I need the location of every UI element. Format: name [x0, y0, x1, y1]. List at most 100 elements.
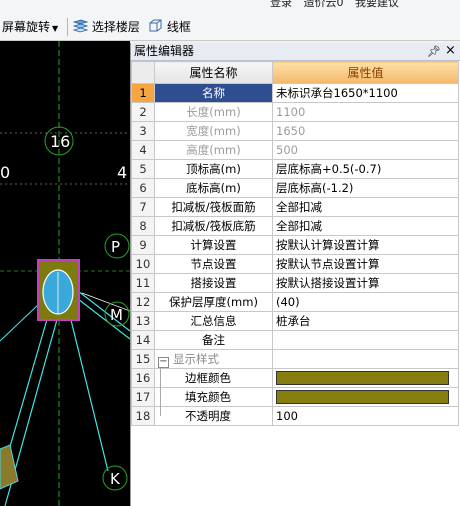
- property-name: 扣减板/筏板底筋: [154, 216, 273, 236]
- row-number: 8: [131, 216, 155, 236]
- property-value-input[interactable]: 100: [272, 406, 459, 426]
- table-row[interactable]: 15 − 显示样式: [131, 349, 459, 369]
- beam-line: [0, 302, 41, 342]
- row-number: 3: [131, 121, 155, 141]
- wireframe-label: 线框: [166, 20, 191, 34]
- property-value-input[interactable]: 全部扣减: [272, 216, 459, 236]
- table-row[interactable]: 12 保护层厚度(mm) (40): [131, 292, 459, 312]
- table-row[interactable]: 7 扣减板/筏板面筋 全部扣减: [131, 197, 459, 217]
- property-name: 扣减板/筏板面筋: [154, 197, 273, 217]
- close-icon[interactable]: ×: [445, 43, 456, 59]
- table-row[interactable]: 9 计算设置 按默认计算设置计算: [131, 235, 459, 255]
- property-value-input[interactable]: 1100: [272, 102, 459, 122]
- select-floor-button[interactable]: 选择楼层: [72, 18, 140, 36]
- row-number: 18: [131, 406, 155, 426]
- table-row[interactable]: 18 不透明度 100: [131, 406, 459, 426]
- login-link[interactable]: 登录: [270, 0, 292, 8]
- grid-corner: [131, 61, 155, 84]
- row-number: 10: [131, 254, 155, 274]
- property-name: 长度(mm): [154, 102, 273, 122]
- property-value-input[interactable]: 500: [272, 140, 459, 160]
- header-property-name[interactable]: 属性名称: [154, 61, 273, 84]
- screen-rotate-dropdown[interactable]: 屏幕旋转 ▼: [2, 18, 58, 36]
- axis-label: 4: [117, 163, 127, 182]
- property-value-input: [272, 349, 459, 369]
- cloud-link[interactable]: 造价云0: [304, 0, 344, 8]
- property-name: 名称: [154, 83, 273, 103]
- property-name: 备注: [154, 330, 273, 350]
- table-row[interactable]: 2 长度(mm) 1100: [131, 102, 459, 122]
- row-number: 5: [131, 159, 155, 179]
- table-row[interactable]: 8 扣减板/筏板底筋 全部扣减: [131, 216, 459, 236]
- top-menu-strip: 登录 造价云0 我要建议: [270, 0, 460, 8]
- select-floor-label: 选择楼层: [91, 20, 140, 34]
- pin-icon[interactable]: 📌︎: [427, 44, 441, 59]
- row-number: 1: [131, 83, 155, 103]
- chevron-down-icon: ▼: [52, 24, 59, 33]
- cad-canvas[interactable]: 16 0 4 P M K: [0, 41, 130, 506]
- property-value-input[interactable]: 按默认搭接设置计算: [272, 273, 459, 293]
- axis-label: M: [110, 306, 123, 324]
- row-number: 13: [131, 311, 155, 331]
- property-name: 计算设置: [154, 235, 273, 255]
- floors-icon: [72, 19, 89, 33]
- row-number: 15: [131, 349, 155, 369]
- table-row[interactable]: 14 备注: [131, 330, 459, 350]
- property-name: 边框颜色: [154, 368, 273, 388]
- table-row[interactable]: 3 宽度(mm) 1650: [131, 121, 459, 141]
- row-number: 12: [131, 292, 155, 312]
- row-number: 17: [131, 387, 155, 407]
- foundation-shape: [0, 444, 19, 490]
- property-value-input[interactable]: 层底标高+0.5(-0.7): [272, 159, 459, 179]
- table-row[interactable]: 6 底标高(m) 层底标高(-1.2): [131, 178, 459, 198]
- border-color-swatch[interactable]: [276, 370, 449, 385]
- row-number: 14: [131, 330, 155, 350]
- tree-connector: [160, 368, 161, 416]
- property-value-input[interactable]: 按默认计算设置计算: [272, 235, 459, 255]
- axis-label: 16: [50, 132, 70, 151]
- table-row[interactable]: 4 高度(mm) 500: [131, 140, 459, 160]
- property-name: 汇总信息: [154, 311, 273, 331]
- header-property-value[interactable]: 属性值: [272, 61, 459, 84]
- table-row[interactable]: 16 边框颜色: [131, 368, 459, 388]
- property-group[interactable]: − 显示样式: [154, 349, 273, 369]
- border-color-value[interactable]: [272, 368, 459, 388]
- fill-color-swatch[interactable]: [276, 389, 449, 404]
- property-value-input[interactable]: 未标识承台1650*1100: [272, 83, 459, 103]
- property-value-input[interactable]: [272, 330, 459, 350]
- row-number: 6: [131, 178, 155, 198]
- fill-color-value[interactable]: [272, 387, 459, 407]
- property-group-label: 显示样式: [173, 352, 219, 366]
- property-value-input[interactable]: (40): [272, 292, 459, 312]
- property-name: 顶标高(m): [154, 159, 273, 179]
- panel-title: 属性编辑器: [134, 44, 195, 58]
- table-row[interactable]: 5 顶标高(m) 层底标高+0.5(-0.7): [131, 159, 459, 179]
- property-value-input[interactable]: 1650: [272, 121, 459, 141]
- property-editor-panel: 属性编辑器 📌︎ × 属性名称 属性值 1 名称 未标识承台1650*1100 …: [130, 43, 460, 506]
- property-name: 保护层厚度(mm): [154, 292, 273, 312]
- property-value-input[interactable]: 全部扣减: [272, 197, 459, 217]
- property-name: 不透明度: [154, 406, 273, 426]
- table-row[interactable]: 13 汇总信息 桩承台: [131, 311, 459, 331]
- grid-header-row: 属性名称 属性值: [131, 61, 459, 84]
- wireframe-button[interactable]: 线框: [148, 18, 191, 36]
- axis-label: P: [111, 238, 120, 256]
- beam-line: [69, 315, 109, 472]
- table-row[interactable]: 11 搭接设置 按默认搭接设置计算: [131, 273, 459, 293]
- row-number: 16: [131, 368, 155, 388]
- table-row[interactable]: 10 节点设置 按默认节点设置计算: [131, 254, 459, 274]
- property-value-input[interactable]: 桩承台: [272, 311, 459, 331]
- property-name: 节点设置: [154, 254, 273, 274]
- axis-label: 0: [0, 163, 10, 182]
- table-row[interactable]: 17 填充颜色: [131, 387, 459, 407]
- property-name: 宽度(mm): [154, 121, 273, 141]
- suggestion-link[interactable]: 我要建议: [355, 0, 399, 8]
- panel-title-bar: 属性编辑器 📌︎ ×: [131, 43, 460, 61]
- property-value-input[interactable]: 层底标高(-1.2): [272, 178, 459, 198]
- toolbar: 登录 造价云0 我要建议 屏幕旋转 ▼ 选择楼层 线框: [0, 0, 460, 41]
- collapse-icon[interactable]: −: [158, 357, 169, 368]
- wireframe-cube-icon: [149, 19, 162, 32]
- property-name: 填充颜色: [154, 387, 273, 407]
- table-row[interactable]: 1 名称 未标识承台1650*1100: [131, 83, 459, 103]
- property-value-input[interactable]: 按默认节点设置计算: [272, 254, 459, 274]
